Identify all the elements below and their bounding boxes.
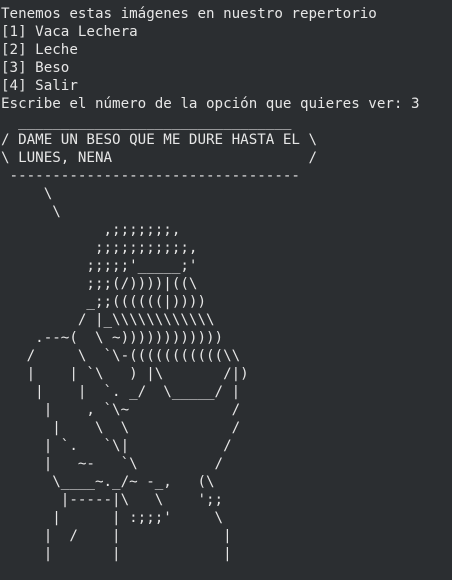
art-line: | , `\~ /: [1, 402, 241, 418]
menu-option-4: [4] Salir: [1, 78, 78, 94]
art-line: ;;;;;;;;;;;,: [1, 240, 198, 256]
art-line: \____~._/~ -_, (\: [1, 474, 215, 490]
ascii-art: ________________________________ / DAME …: [1, 113, 452, 563]
art-line: / |_\\\\\\\\\\\\: [1, 312, 215, 328]
art-line: | | :;;;' \: [1, 510, 224, 526]
speech-tail-1: \: [1, 186, 53, 202]
menu-option-1: [1] Vaca Lechera: [1, 24, 138, 40]
art-line: | `. `\| /: [1, 438, 232, 454]
art-line: | ~- `\ /: [1, 456, 224, 472]
speech-bubble-line-2: \ LUNES, NENA /: [1, 150, 318, 166]
input-prompt: Escribe el número de la opción que quier…: [1, 96, 420, 112]
art-line: .--~( \ ~)))))))))))): [1, 330, 224, 346]
speech-bubble-line-1: / DAME UN BESO QUE ME DURE HASTA EL \: [1, 132, 318, 148]
art-line: _;;((((((|)))): [1, 294, 206, 310]
menu-option-2: [2] Leche: [1, 42, 78, 58]
art-line: | | `\ ) |\ /|): [1, 366, 249, 382]
art-line: | / | |: [1, 528, 232, 544]
art-line: ,;;;;;;;,: [1, 222, 181, 238]
art-line: / \ `\-(((((((((((\\: [1, 348, 241, 364]
art-line: | | |: [1, 546, 232, 562]
terminal-window[interactable]: Tenemos estas imágenes en nuestro repert…: [0, 0, 452, 580]
speech-tail-2: \: [1, 204, 61, 220]
art-line: | | `. _/ \_____/ |: [1, 384, 241, 400]
art-line: ;;;;;'_____;': [1, 258, 198, 274]
speech-bubble-top: ________________________________: [1, 114, 292, 130]
menu-option-3: [3] Beso: [1, 60, 70, 76]
speech-bubble-bottom: ----------------------------------: [1, 168, 300, 184]
art-line: |-----|\ \ ';;: [1, 492, 224, 508]
art-line: ;;;(/))))|((\: [1, 276, 198, 292]
art-line: | \ \ /: [1, 420, 241, 436]
menu-header: Tenemos estas imágenes en nuestro repert…: [1, 6, 377, 22]
